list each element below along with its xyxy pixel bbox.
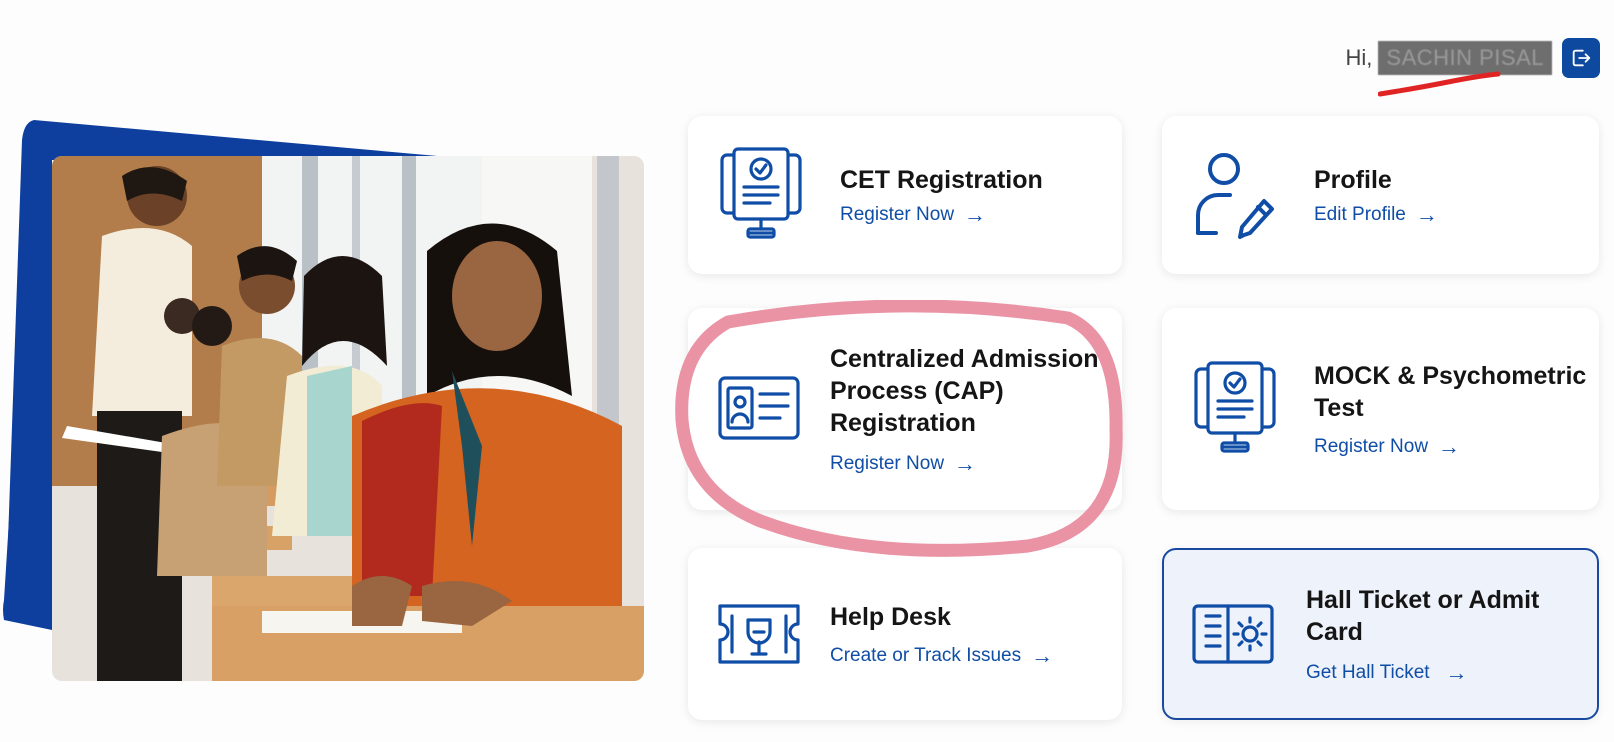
cet-registration-title: CET Registration <box>840 166 1043 194</box>
arrow-right-icon: → <box>1031 643 1054 668</box>
ticket-gear-icon <box>1192 604 1274 664</box>
mock-psychometric-test-card[interactable]: MOCK & Psychometric Test Register Now → <box>1162 308 1599 510</box>
edit-profile-link[interactable]: Edit Profile → <box>1314 204 1438 226</box>
exam-monitor-icon <box>1194 361 1276 453</box>
user-edit-icon <box>1196 153 1274 239</box>
cap-register-now-link[interactable]: Register Now → <box>830 453 1099 475</box>
arrow-right-icon: → <box>1445 660 1468 685</box>
get-hall-ticket-link[interactable]: Get Hall Ticket → <box>1306 662 1539 684</box>
cap-registration-card[interactable]: Centralized Admission Process (CAP) Regi… <box>688 308 1122 510</box>
mock-test-title-line-1: MOCK & Psychometric <box>1314 362 1587 390</box>
help-desk-title: Help Desk <box>830 603 951 631</box>
logout-button[interactable] <box>1562 38 1600 78</box>
cet-register-now-link[interactable]: Register Now → <box>840 204 1043 226</box>
exam-monitor-icon <box>720 147 802 239</box>
support-ticket-icon <box>718 604 800 664</box>
greeting-label: Hi, <box>1345 45 1373 70</box>
create-track-issues-link[interactable]: Create or Track Issues → <box>830 645 1053 667</box>
cap-registration-title-line-2: Process (CAP) <box>830 377 1004 405</box>
red-scribble-annotation <box>1378 71 1501 97</box>
cet-registration-card[interactable]: CET Registration Register Now → <box>688 116 1122 274</box>
arrow-right-icon: → <box>954 451 977 476</box>
arrow-right-icon: → <box>1438 434 1461 459</box>
mock-register-now-link[interactable]: Register Now → <box>1314 436 1586 458</box>
profile-card[interactable]: Profile Edit Profile → <box>1162 116 1599 274</box>
hall-ticket-title-line-1: Hall Ticket or Admit <box>1306 586 1540 614</box>
hall-ticket-card[interactable]: Hall Ticket or Admit Card Get Hall Ticke… <box>1162 548 1599 720</box>
mock-test-title-line-2: Test <box>1314 394 1364 422</box>
hero-classroom-image <box>52 156 644 681</box>
help-desk-card[interactable]: Help Desk Create or Track Issues → <box>688 548 1122 720</box>
hall-ticket-title-line-2: Card <box>1306 618 1363 646</box>
arrow-right-icon: → <box>1415 202 1438 227</box>
cap-registration-title-line-3: Registration <box>830 409 976 437</box>
arrow-right-icon: → <box>964 202 987 227</box>
profile-title: Profile <box>1314 166 1392 194</box>
id-card-icon <box>718 376 800 440</box>
logout-icon <box>1572 49 1591 67</box>
cap-registration-title-line-1: Centralized Admission <box>830 345 1099 373</box>
